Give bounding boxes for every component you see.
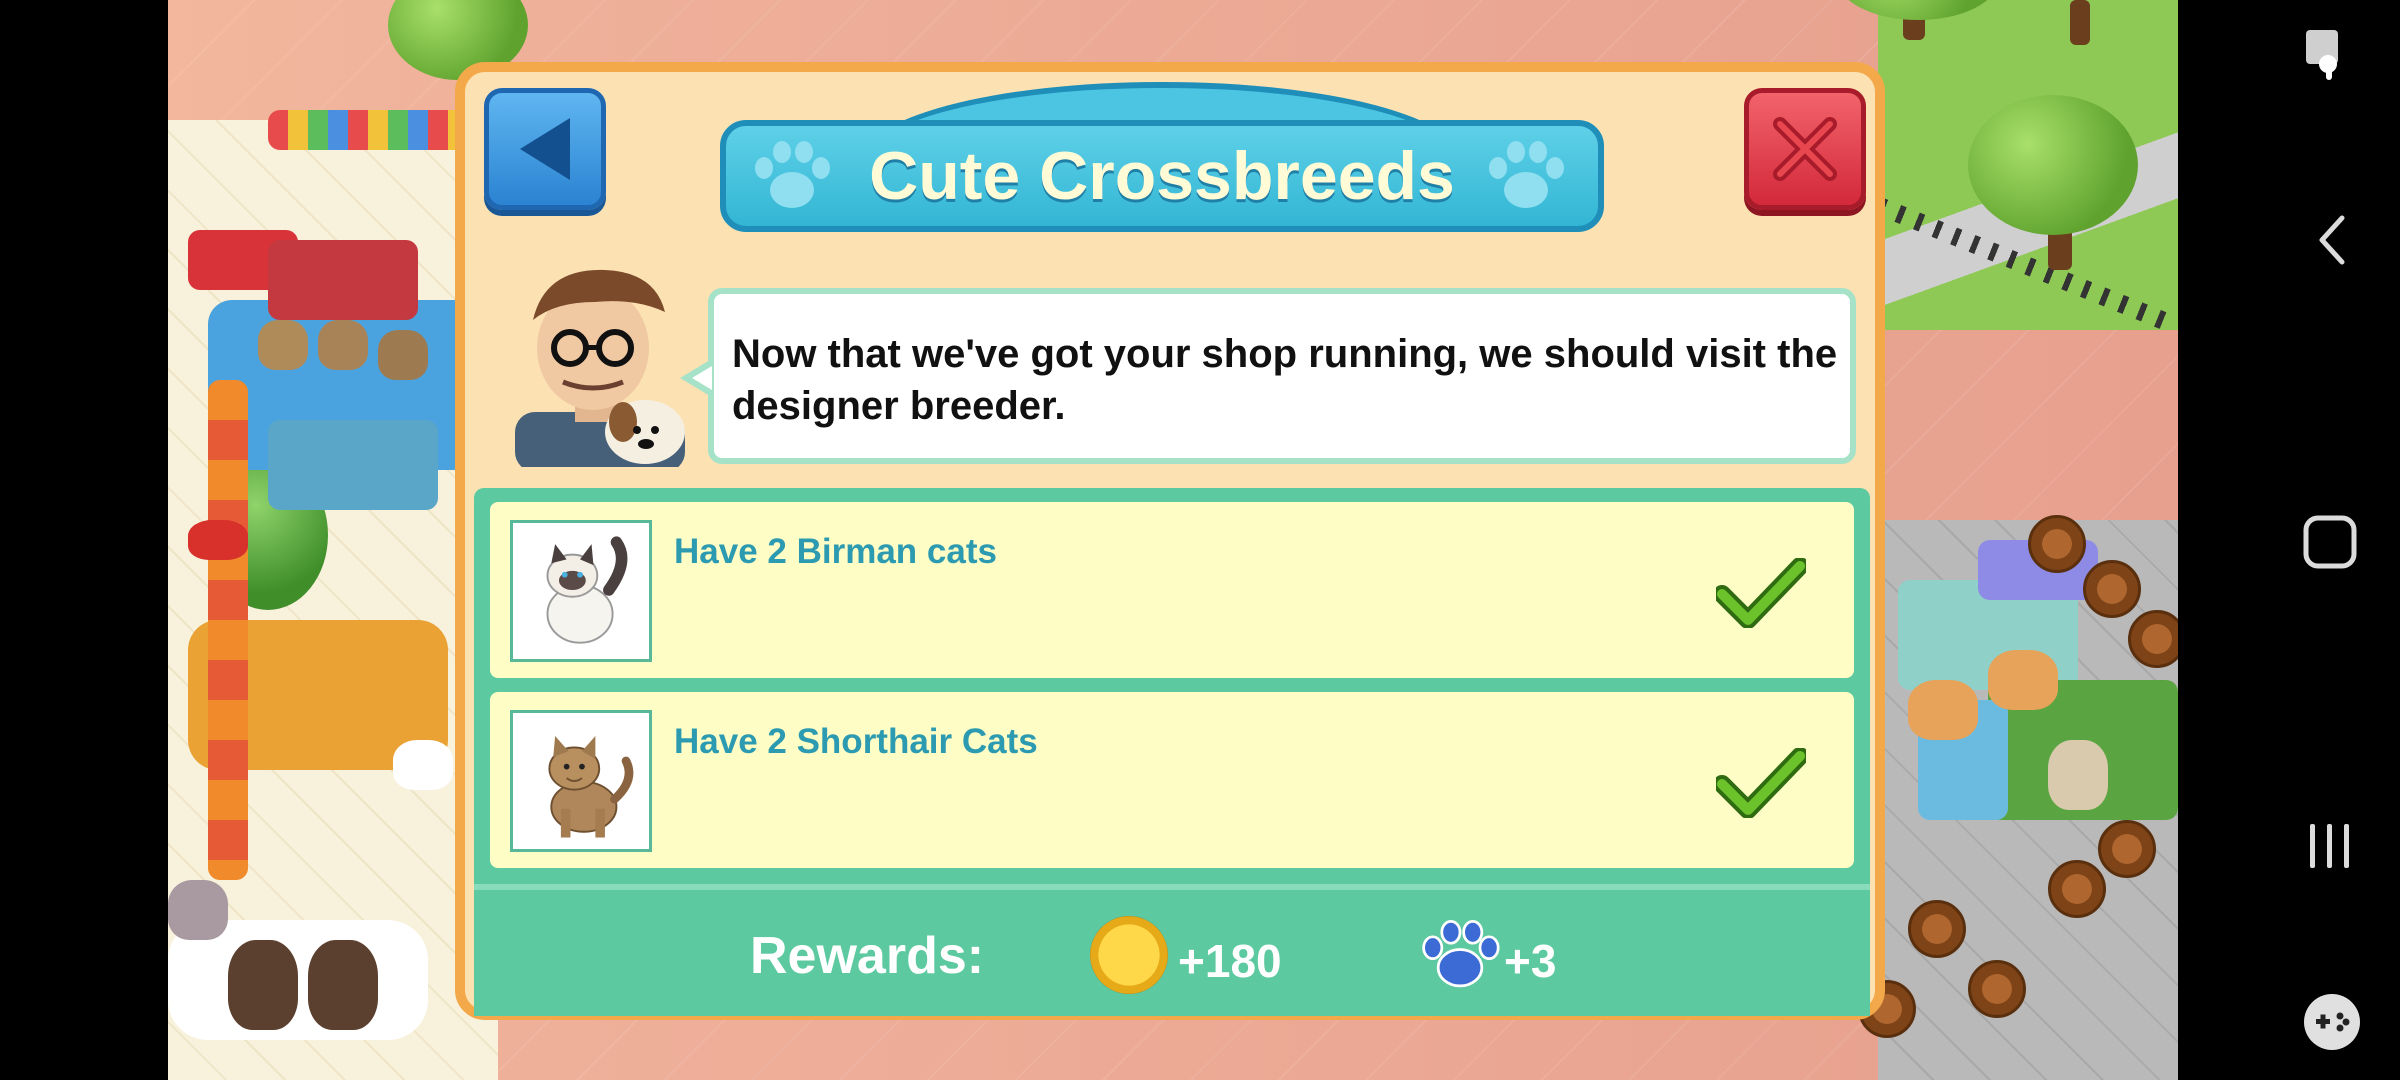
cat	[378, 330, 428, 380]
screen-capture-icon[interactable]	[2302, 26, 2350, 86]
dog	[1988, 650, 2058, 710]
shorthair-cat-thumbnail	[510, 710, 652, 852]
barrel	[2083, 560, 2141, 618]
cat	[318, 320, 368, 370]
task-item: Have 2 Birman cats	[490, 502, 1854, 678]
checkmark-icon	[1716, 558, 1806, 628]
barrel	[1968, 960, 2026, 1018]
barrel	[1908, 900, 1966, 958]
home-square-icon[interactable]	[2302, 514, 2358, 570]
task-label: Have 2 Shorthair Cats	[674, 722, 1038, 761]
birman-cat-icon	[546, 536, 628, 644]
speech-bubble-tail-inner	[692, 366, 712, 390]
back-arrow-icon	[520, 118, 570, 180]
tree	[1968, 95, 2138, 235]
barrel	[2048, 860, 2106, 918]
task-item: Have 2 Shorthair Cats	[490, 692, 1854, 868]
game-tools-icon[interactable]	[2302, 992, 2362, 1052]
android-navigation-bar	[2178, 0, 2400, 1080]
dog	[1908, 680, 1978, 740]
rewards-bar	[474, 884, 1870, 1016]
cat	[168, 880, 228, 940]
close-button[interactable]	[1744, 88, 1866, 210]
recent-apps-icon[interactable]	[2304, 820, 2356, 872]
shelf	[268, 110, 468, 150]
task-label: Have 2 Birman cats	[674, 532, 997, 571]
back-chevron-icon[interactable]	[2316, 214, 2346, 266]
close-x-icon	[1773, 117, 1837, 181]
speech-bubble: Now that we've got your shop running, we…	[708, 288, 1856, 464]
shorthair-cat-icon	[548, 735, 634, 838]
birman-cat-thumbnail	[510, 520, 652, 662]
pet-house	[268, 420, 438, 510]
tree-trunk	[2070, 0, 2090, 45]
paw-points-icon	[1422, 920, 1500, 988]
cat	[258, 320, 308, 370]
shopkeeper-avatar	[515, 269, 685, 467]
barrel	[2098, 820, 2156, 878]
dialog-title: Cute Crossbreeds	[869, 138, 1455, 214]
rewards-label: Rewards:	[750, 927, 985, 985]
barrel	[2128, 610, 2178, 668]
checkmark-icon	[1716, 748, 1806, 818]
shelf-row	[208, 380, 248, 880]
pet-house	[268, 240, 418, 320]
coin-reward-amount: +180	[1178, 935, 1282, 987]
dog	[2048, 740, 2108, 810]
cat	[393, 740, 453, 790]
parrot	[188, 520, 248, 560]
back-button[interactable]	[484, 88, 606, 210]
coin-icon	[1090, 916, 1168, 994]
barrel	[2028, 515, 2086, 573]
paw-reward-amount: +3	[1504, 935, 1557, 987]
dog	[228, 940, 298, 1030]
dog	[308, 940, 378, 1030]
